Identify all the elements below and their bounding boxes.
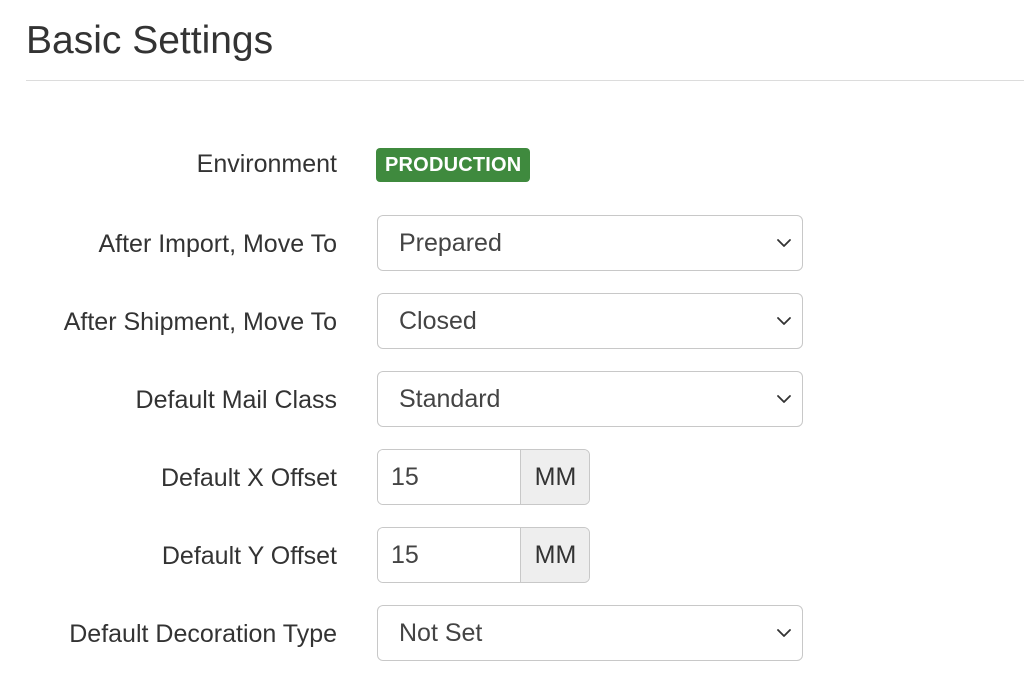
chevron-down-icon <box>777 317 791 325</box>
mail-class-row: Default Mail Class Standard <box>0 371 1024 429</box>
after-shipment-row: After Shipment, Move To Closed <box>0 293 1024 351</box>
decoration-type-label: Default Decoration Type <box>69 620 337 648</box>
chevron-down-icon <box>777 395 791 403</box>
y-offset-label: Default Y Offset <box>161 542 337 570</box>
decoration-type-row: Default Decoration Type Not Set <box>0 605 1024 663</box>
decoration-type-select[interactable]: Not Set <box>377 605 803 661</box>
after-shipment-selected-value: Closed <box>399 307 477 335</box>
y-offset-input-group: MM <box>377 527 590 583</box>
environment-row: Environment PRODUCTION <box>0 135 1024 193</box>
after-import-selected-value: Prepared <box>399 229 502 257</box>
environment-status-badge: PRODUCTION <box>376 148 531 182</box>
x-offset-unit-addon: MM <box>520 450 589 504</box>
after-shipment-select[interactable]: Closed <box>377 293 803 349</box>
y-offset-row: Default Y Offset MM <box>0 527 1024 585</box>
after-import-select[interactable]: Prepared <box>377 215 803 271</box>
after-import-row: After Import, Move To Prepared <box>0 215 1024 273</box>
y-offset-unit-addon: MM <box>520 528 589 582</box>
mail-class-selected-value: Standard <box>399 385 501 413</box>
basic-settings-page: Basic Settings Environment PRODUCTION Af… <box>0 0 1024 700</box>
page-title: Basic Settings <box>26 19 274 62</box>
x-offset-input[interactable] <box>378 450 520 504</box>
environment-label: Environment <box>196 150 337 178</box>
y-offset-input[interactable] <box>378 528 520 582</box>
x-offset-input-group: MM <box>377 449 590 505</box>
x-offset-row: Default X Offset MM <box>0 449 1024 507</box>
mail-class-label: Default Mail Class <box>135 386 337 414</box>
chevron-down-icon <box>777 629 791 637</box>
after-import-label: After Import, Move To <box>98 230 337 258</box>
title-divider <box>26 80 1024 81</box>
decoration-type-selected-value: Not Set <box>399 619 483 647</box>
mail-class-select[interactable]: Standard <box>377 371 803 427</box>
after-shipment-label: After Shipment, Move To <box>63 308 337 336</box>
x-offset-label: Default X Offset <box>160 464 337 492</box>
chevron-down-icon <box>777 239 791 247</box>
